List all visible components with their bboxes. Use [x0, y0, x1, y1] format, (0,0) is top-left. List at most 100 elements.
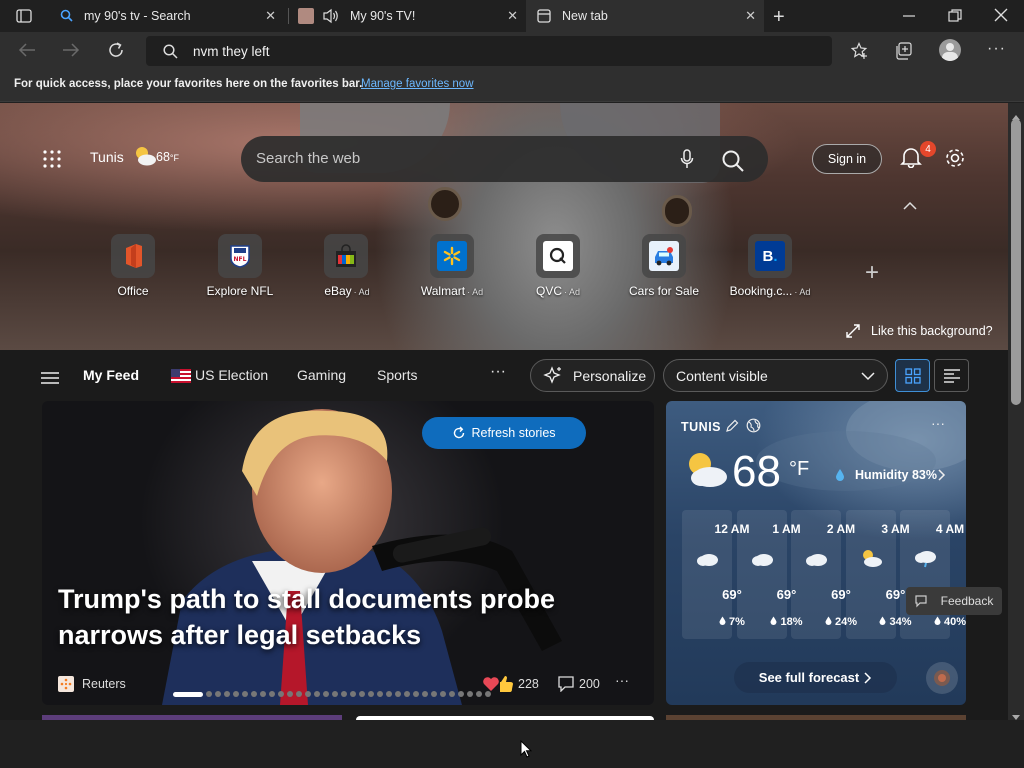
- carousel-dot[interactable]: [233, 691, 239, 697]
- minimize-icon[interactable]: [902, 8, 916, 27]
- quick-link-office[interactable]: [111, 234, 155, 278]
- restore-icon[interactable]: [948, 9, 962, 28]
- carousel-dot[interactable]: [368, 691, 374, 697]
- hour-forecast-column[interactable]: 3 AM 69° 34%: [845, 510, 912, 639]
- carousel-dot[interactable]: [296, 691, 302, 697]
- web-search-box[interactable]: Search the web: [241, 136, 768, 182]
- address-bar[interactable]: nvm they left: [146, 36, 832, 66]
- hour-forecast-column[interactable]: 2 AM 69° 24%: [791, 510, 857, 639]
- weather-widget-avatar[interactable]: [926, 662, 958, 694]
- weather-city[interactable]: TUNIS: [681, 420, 721, 434]
- notifications-bell-icon[interactable]: [900, 146, 922, 173]
- add-quick-link-icon[interactable]: +: [865, 259, 879, 287]
- tab-my-90s-tv[interactable]: My 90's TV! ✕: [290, 0, 526, 32]
- globe-icon[interactable]: [746, 418, 761, 438]
- carousel-dot[interactable]: [404, 691, 410, 697]
- carousel-dot[interactable]: [269, 691, 275, 697]
- tab-new-tab[interactable]: New tab ✕: [526, 0, 764, 32]
- carousel-dot[interactable]: [449, 691, 455, 697]
- page-scrollbar[interactable]: [1008, 103, 1024, 720]
- quick-link-walmart[interactable]: [430, 234, 474, 278]
- tab-my-feed[interactable]: My Feed: [83, 367, 139, 383]
- menu-hamburger-icon[interactable]: [41, 371, 59, 387]
- speaker-icon[interactable]: [322, 8, 340, 27]
- search-icon[interactable]: [722, 150, 744, 177]
- quick-link-qvc[interactable]: [536, 234, 580, 278]
- window-close-icon[interactable]: [994, 8, 1008, 27]
- carousel-dot[interactable]: [305, 691, 311, 697]
- carousel-indicator[interactable]: [173, 691, 491, 697]
- sign-in-button[interactable]: Sign in: [812, 144, 882, 174]
- carousel-dot[interactable]: [377, 691, 383, 697]
- address-text[interactable]: nvm they left: [193, 44, 270, 59]
- refresh-stories-button[interactable]: Refresh stories: [422, 417, 586, 449]
- favorites-star-icon[interactable]: [850, 42, 869, 65]
- carousel-dot[interactable]: [440, 691, 446, 697]
- carousel-dot[interactable]: [224, 691, 230, 697]
- carousel-dot[interactable]: [206, 691, 212, 697]
- feedback-button[interactable]: Feedback: [906, 587, 1002, 615]
- hero-temperature[interactable]: 68°F: [156, 150, 179, 164]
- carousel-dot[interactable]: [260, 691, 266, 697]
- comment-icon[interactable]: [557, 675, 575, 697]
- hour-forecast-column[interactable]: 12 AM 69° 7%: [682, 510, 749, 639]
- carousel-dot[interactable]: [278, 691, 284, 697]
- manage-favorites-link[interactable]: Manage favorites now: [361, 78, 474, 90]
- more-topics-icon[interactable]: ···: [490, 363, 506, 381]
- carousel-dot[interactable]: [485, 691, 491, 697]
- carousel-dot[interactable]: [287, 691, 293, 697]
- carousel-dot[interactable]: [458, 691, 464, 697]
- carousel-dot[interactable]: [242, 691, 248, 697]
- tab-actions-icon[interactable]: [16, 9, 32, 28]
- grid-view-toggle[interactable]: [895, 359, 930, 392]
- content-visibility-dropdown[interactable]: Content visible: [663, 359, 888, 392]
- carousel-dot[interactable]: [359, 691, 365, 697]
- tab-search[interactable]: my 90's tv - Search ✕: [48, 0, 284, 32]
- close-icon[interactable]: ✕: [265, 8, 276, 24]
- weather-unit[interactable]: °F: [789, 458, 809, 481]
- profile-avatar[interactable]: [939, 39, 961, 61]
- close-icon[interactable]: ✕: [507, 8, 518, 24]
- scroll-thumb[interactable]: [1011, 119, 1021, 405]
- hour-forecast-column[interactable]: 1 AM 69° 18%: [736, 510, 803, 639]
- quick-link-ebay[interactable]: [324, 234, 368, 278]
- carousel-dot[interactable]: [350, 691, 356, 697]
- quick-link-cars-for-sale[interactable]: [642, 234, 686, 278]
- carousel-dot[interactable]: [314, 691, 320, 697]
- personalize-button[interactable]: Personalize: [530, 359, 655, 392]
- story-source[interactable]: Reuters: [82, 677, 126, 691]
- carousel-dot-active[interactable]: [173, 691, 203, 697]
- chevron-right-icon[interactable]: [938, 468, 946, 486]
- humidity-label[interactable]: Humidity 83%: [855, 468, 937, 482]
- see-full-forecast-button[interactable]: See full forecast: [734, 662, 897, 693]
- gear-icon[interactable]: [944, 147, 966, 174]
- forward-icon[interactable]: [62, 42, 80, 63]
- carousel-dot[interactable]: [386, 691, 392, 697]
- tab-sports[interactable]: Sports: [377, 367, 417, 383]
- story-more-icon[interactable]: ···: [615, 672, 629, 688]
- weather-card[interactable]: TUNIS ··· 68 °F Humidity 83% 12 AM 69° 7% 1…: [666, 401, 966, 705]
- tab-gaming[interactable]: Gaming: [297, 367, 346, 383]
- story-headline[interactable]: Trump's path to stall documents probe na…: [58, 581, 618, 653]
- quick-link-booking[interactable]: B.: [748, 234, 792, 278]
- carousel-dot[interactable]: [215, 691, 221, 697]
- carousel-dot[interactable]: [332, 691, 338, 697]
- collapse-chevron-up-icon[interactable]: [903, 197, 917, 215]
- collections-icon[interactable]: [895, 42, 913, 65]
- refresh-icon[interactable]: [107, 41, 125, 64]
- carousel-dot[interactable]: [251, 691, 257, 697]
- carousel-dot[interactable]: [431, 691, 437, 697]
- carousel-dot[interactable]: [422, 691, 428, 697]
- top-story-card[interactable]: Refresh stories Trump's path to stall do…: [42, 401, 654, 705]
- like-background-button[interactable]: Like this background?: [846, 324, 993, 338]
- microphone-icon[interactable]: [680, 149, 694, 174]
- weather-more-icon[interactable]: ···: [931, 415, 945, 431]
- carousel-dot[interactable]: [413, 691, 419, 697]
- new-tab-plus-icon[interactable]: +: [773, 6, 785, 29]
- edit-location-icon[interactable]: [725, 419, 739, 438]
- location-label[interactable]: Tunis: [90, 149, 124, 165]
- apps-launcher-icon[interactable]: [43, 150, 61, 173]
- hour-forecast-column[interactable]: 4 AM70°40%: [900, 510, 966, 639]
- quick-link-nfl[interactable]: NFL: [218, 234, 262, 278]
- tab-us-election[interactable]: US Election: [195, 367, 268, 383]
